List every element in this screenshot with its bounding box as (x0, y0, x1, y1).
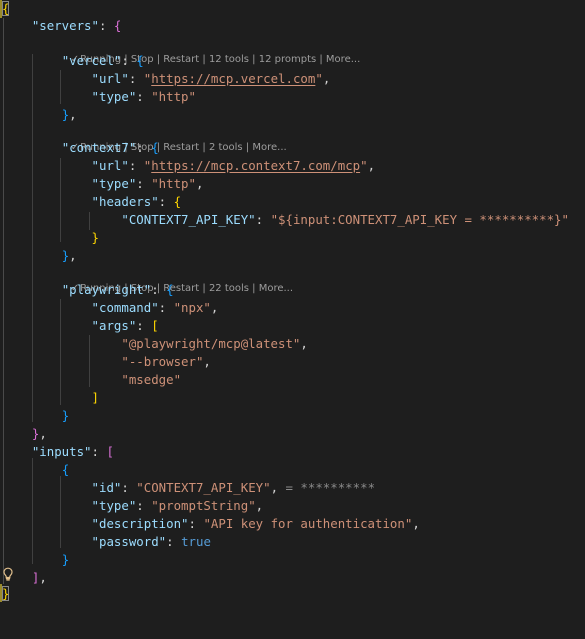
code-line[interactable]: } (0, 407, 69, 425)
codelens-context7[interactable]: ✓Running | Stop | Restart | 2 tools | Mo… (58, 124, 287, 153)
code-line[interactable]: "servers": { (0, 17, 122, 35)
code-editor[interactable]: { "servers": { ✓Running | Stop | Restart… (0, 0, 585, 604)
code-line[interactable]: { (0, 461, 69, 479)
code-line[interactable]: }, (0, 425, 47, 443)
codelens-playwright[interactable]: ✓Running | Stop | Restart | 22 tools | M… (58, 265, 293, 294)
codelens-servers[interactable]: ✓Running | Stop | Restart | 12 tools | 1… (58, 36, 361, 65)
code-line[interactable]: "--browser", (0, 353, 211, 371)
code-line[interactable]: }, (0, 106, 77, 124)
code-line[interactable]: "@playwright/mcp@latest", (0, 335, 308, 353)
code-line[interactable]: "command": "npx", (0, 299, 219, 317)
code-line[interactable]: { (0, 0, 30, 18)
inlay-hint: = ********** (278, 480, 376, 495)
code-line[interactable]: "type": "http", (0, 175, 204, 193)
code-line[interactable]: "id": "CONTEXT7_API_KEY", = ********** (0, 479, 376, 497)
code-line[interactable]: ] (0, 389, 99, 407)
code-line[interactable]: "args": [ (0, 317, 159, 335)
code-line[interactable]: "msedge" (0, 371, 181, 389)
code-line[interactable]: "password": true (0, 533, 211, 551)
code-line[interactable]: "CONTEXT7_API_KEY": "${input:CONTEXT7_AP… (0, 211, 569, 229)
bracket-match: { (2, 1, 10, 16)
code-line[interactable]: "description": "API key for authenticati… (0, 515, 420, 533)
code-line[interactable]: "context7": { (0, 139, 159, 157)
code-line[interactable]: "playwright": { (0, 281, 174, 299)
code-line[interactable]: "headers": { (0, 193, 182, 211)
code-line[interactable]: "type": "http" (0, 88, 196, 106)
code-line[interactable]: } (0, 229, 99, 247)
json-key: "servers" (31, 18, 99, 33)
code-line[interactable]: "inputs": [ (0, 443, 114, 461)
code-line[interactable]: }, (0, 247, 77, 265)
code-line[interactable]: "url": "https://mcp.vercel.com", (0, 70, 331, 88)
url-link[interactable]: https://mcp.context7.com/mcp (151, 158, 360, 173)
lightbulb-icon[interactable] (0, 566, 16, 582)
url-link[interactable]: https://mcp.vercel.com (151, 71, 315, 86)
bracket-match: } (2, 586, 10, 601)
code-line[interactable]: "vercel": { (0, 52, 144, 70)
code-line[interactable]: } (0, 585, 30, 603)
code-line[interactable]: "url": "https://mcp.context7.com/mcp", (0, 157, 376, 175)
code-line[interactable]: "type": "promptString", (0, 497, 264, 515)
